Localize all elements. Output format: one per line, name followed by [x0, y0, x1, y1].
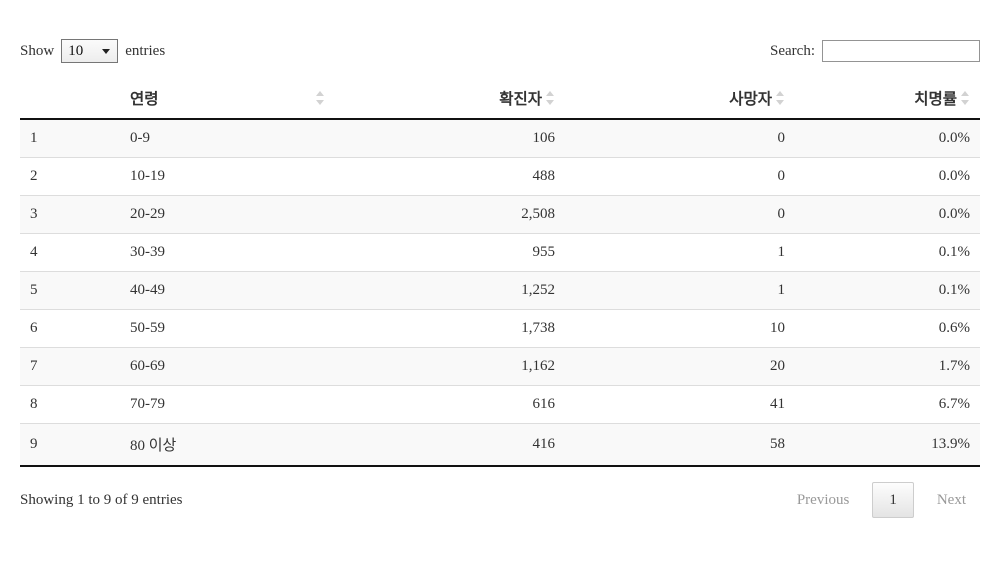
cell-fatality-rate: 0.0% [795, 195, 980, 234]
search-control: Search: [770, 40, 980, 62]
table-head: 연령 확진자 사망자 치명률 [20, 79, 980, 120]
cell-fatality-rate: 6.7% [795, 385, 980, 424]
cell-age: 80 이상 [120, 423, 335, 467]
cell-index: 6 [20, 309, 120, 348]
cell-confirmed: 106 [335, 119, 565, 158]
table-body: 1 0-9 106 0 0.0% 2 10-19 488 0 0.0% 3 20… [20, 119, 980, 467]
cell-index: 3 [20, 195, 120, 234]
cell-deaths: 1 [565, 271, 795, 310]
entries-per-page-value: 10 [68, 43, 84, 59]
cell-confirmed: 416 [335, 423, 565, 467]
cell-fatality-rate: 0.1% [795, 233, 980, 272]
cell-age: 0-9 [120, 119, 335, 158]
column-header-deaths[interactable]: 사망자 [565, 79, 795, 120]
cell-deaths: 58 [565, 423, 795, 467]
table-header-row: 연령 확진자 사망자 치명률 [20, 79, 980, 120]
table-row[interactable]: 6 50-59 1,738 10 0.6% [20, 309, 980, 348]
cell-index: 5 [20, 271, 120, 310]
entries-length-control: Show 10 entries [20, 39, 165, 63]
cell-fatality-rate: 13.9% [795, 423, 980, 467]
cell-age: 50-59 [120, 309, 335, 348]
cell-confirmed: 1,738 [335, 309, 565, 348]
entries-label: entries [125, 42, 166, 59]
table-row[interactable]: 8 70-79 616 41 6.7% [20, 385, 980, 424]
cell-deaths: 0 [565, 195, 795, 234]
table-row[interactable]: 9 80 이상 416 58 13.9% [20, 423, 980, 467]
cell-index: 7 [20, 347, 120, 386]
cell-deaths: 41 [565, 385, 795, 424]
show-label: Show [20, 42, 55, 59]
cell-index: 9 [20, 423, 120, 467]
cell-index: 1 [20, 119, 120, 158]
cell-deaths: 0 [565, 157, 795, 196]
search-label: Search: [770, 42, 815, 59]
cell-fatality-rate: 0.6% [795, 309, 980, 348]
cell-deaths: 20 [565, 347, 795, 386]
column-header-deaths-label: 사망자 [729, 91, 772, 108]
table-row[interactable]: 4 30-39 955 1 0.1% [20, 233, 980, 272]
cell-age: 60-69 [120, 347, 335, 386]
cell-deaths: 0 [565, 119, 795, 158]
table-row[interactable]: 3 20-29 2,508 0 0.0% [20, 195, 980, 234]
column-header-fatality-rate[interactable]: 치명률 [795, 79, 980, 120]
sort-updown-icon[interactable] [776, 91, 785, 105]
column-header-index [20, 79, 120, 120]
cell-deaths: 1 [565, 233, 795, 272]
table-row[interactable]: 5 40-49 1,252 1 0.1% [20, 271, 980, 310]
table-row[interactable]: 2 10-19 488 0 0.0% [20, 157, 980, 196]
cell-age: 30-39 [120, 233, 335, 272]
cell-confirmed: 616 [335, 385, 565, 424]
cell-confirmed: 955 [335, 233, 565, 272]
cell-confirmed: 1,162 [335, 347, 565, 386]
table-info: Showing 1 to 9 of 9 entries [20, 491, 183, 508]
datatable-bottom-bar: Showing 1 to 9 of 9 entries Previous 1 N… [20, 480, 980, 520]
cell-confirmed: 1,252 [335, 271, 565, 310]
cell-age: 40-49 [120, 271, 335, 310]
chevron-down-icon [102, 49, 111, 54]
column-header-confirmed-label: 확진자 [499, 91, 542, 108]
cell-fatality-rate: 0.1% [795, 271, 980, 310]
column-header-fatality-rate-label: 치명률 [914, 91, 957, 108]
sort-updown-icon[interactable] [961, 91, 970, 105]
cell-index: 2 [20, 157, 120, 196]
datatable-wrapper: Show 10 entries Search: 연령 확진자 사망자 치명률 1… [20, 0, 980, 520]
pagination-page-1-button[interactable]: 1 [872, 482, 914, 518]
sort-updown-icon[interactable] [546, 91, 555, 105]
pagination: Previous 1 Next [783, 482, 980, 518]
column-header-age-label: 연령 [130, 91, 159, 108]
datatable-top-bar: Show 10 entries Search: [20, 34, 980, 68]
entries-per-page-select[interactable]: 10 [61, 39, 119, 63]
data-table: 연령 확진자 사망자 치명률 1 0-9 106 0 0.0% 2 10-19 … [20, 79, 980, 467]
pagination-previous-button[interactable]: Previous [783, 483, 864, 517]
cell-age: 70-79 [120, 385, 335, 424]
search-input[interactable] [822, 40, 980, 62]
cell-age: 20-29 [120, 195, 335, 234]
column-header-confirmed[interactable]: 확진자 [335, 79, 565, 120]
cell-deaths: 10 [565, 309, 795, 348]
cell-index: 8 [20, 385, 120, 424]
column-header-age[interactable]: 연령 [120, 79, 335, 120]
cell-confirmed: 488 [335, 157, 565, 196]
cell-fatality-rate: 0.0% [795, 119, 980, 158]
cell-fatality-rate: 0.0% [795, 157, 980, 196]
table-row[interactable]: 7 60-69 1,162 20 1.7% [20, 347, 980, 386]
cell-age: 10-19 [120, 157, 335, 196]
pagination-next-button[interactable]: Next [923, 483, 980, 517]
cell-confirmed: 2,508 [335, 195, 565, 234]
sort-updown-icon[interactable] [316, 91, 325, 105]
cell-fatality-rate: 1.7% [795, 347, 980, 386]
cell-index: 4 [20, 233, 120, 272]
table-row[interactable]: 1 0-9 106 0 0.0% [20, 119, 980, 158]
